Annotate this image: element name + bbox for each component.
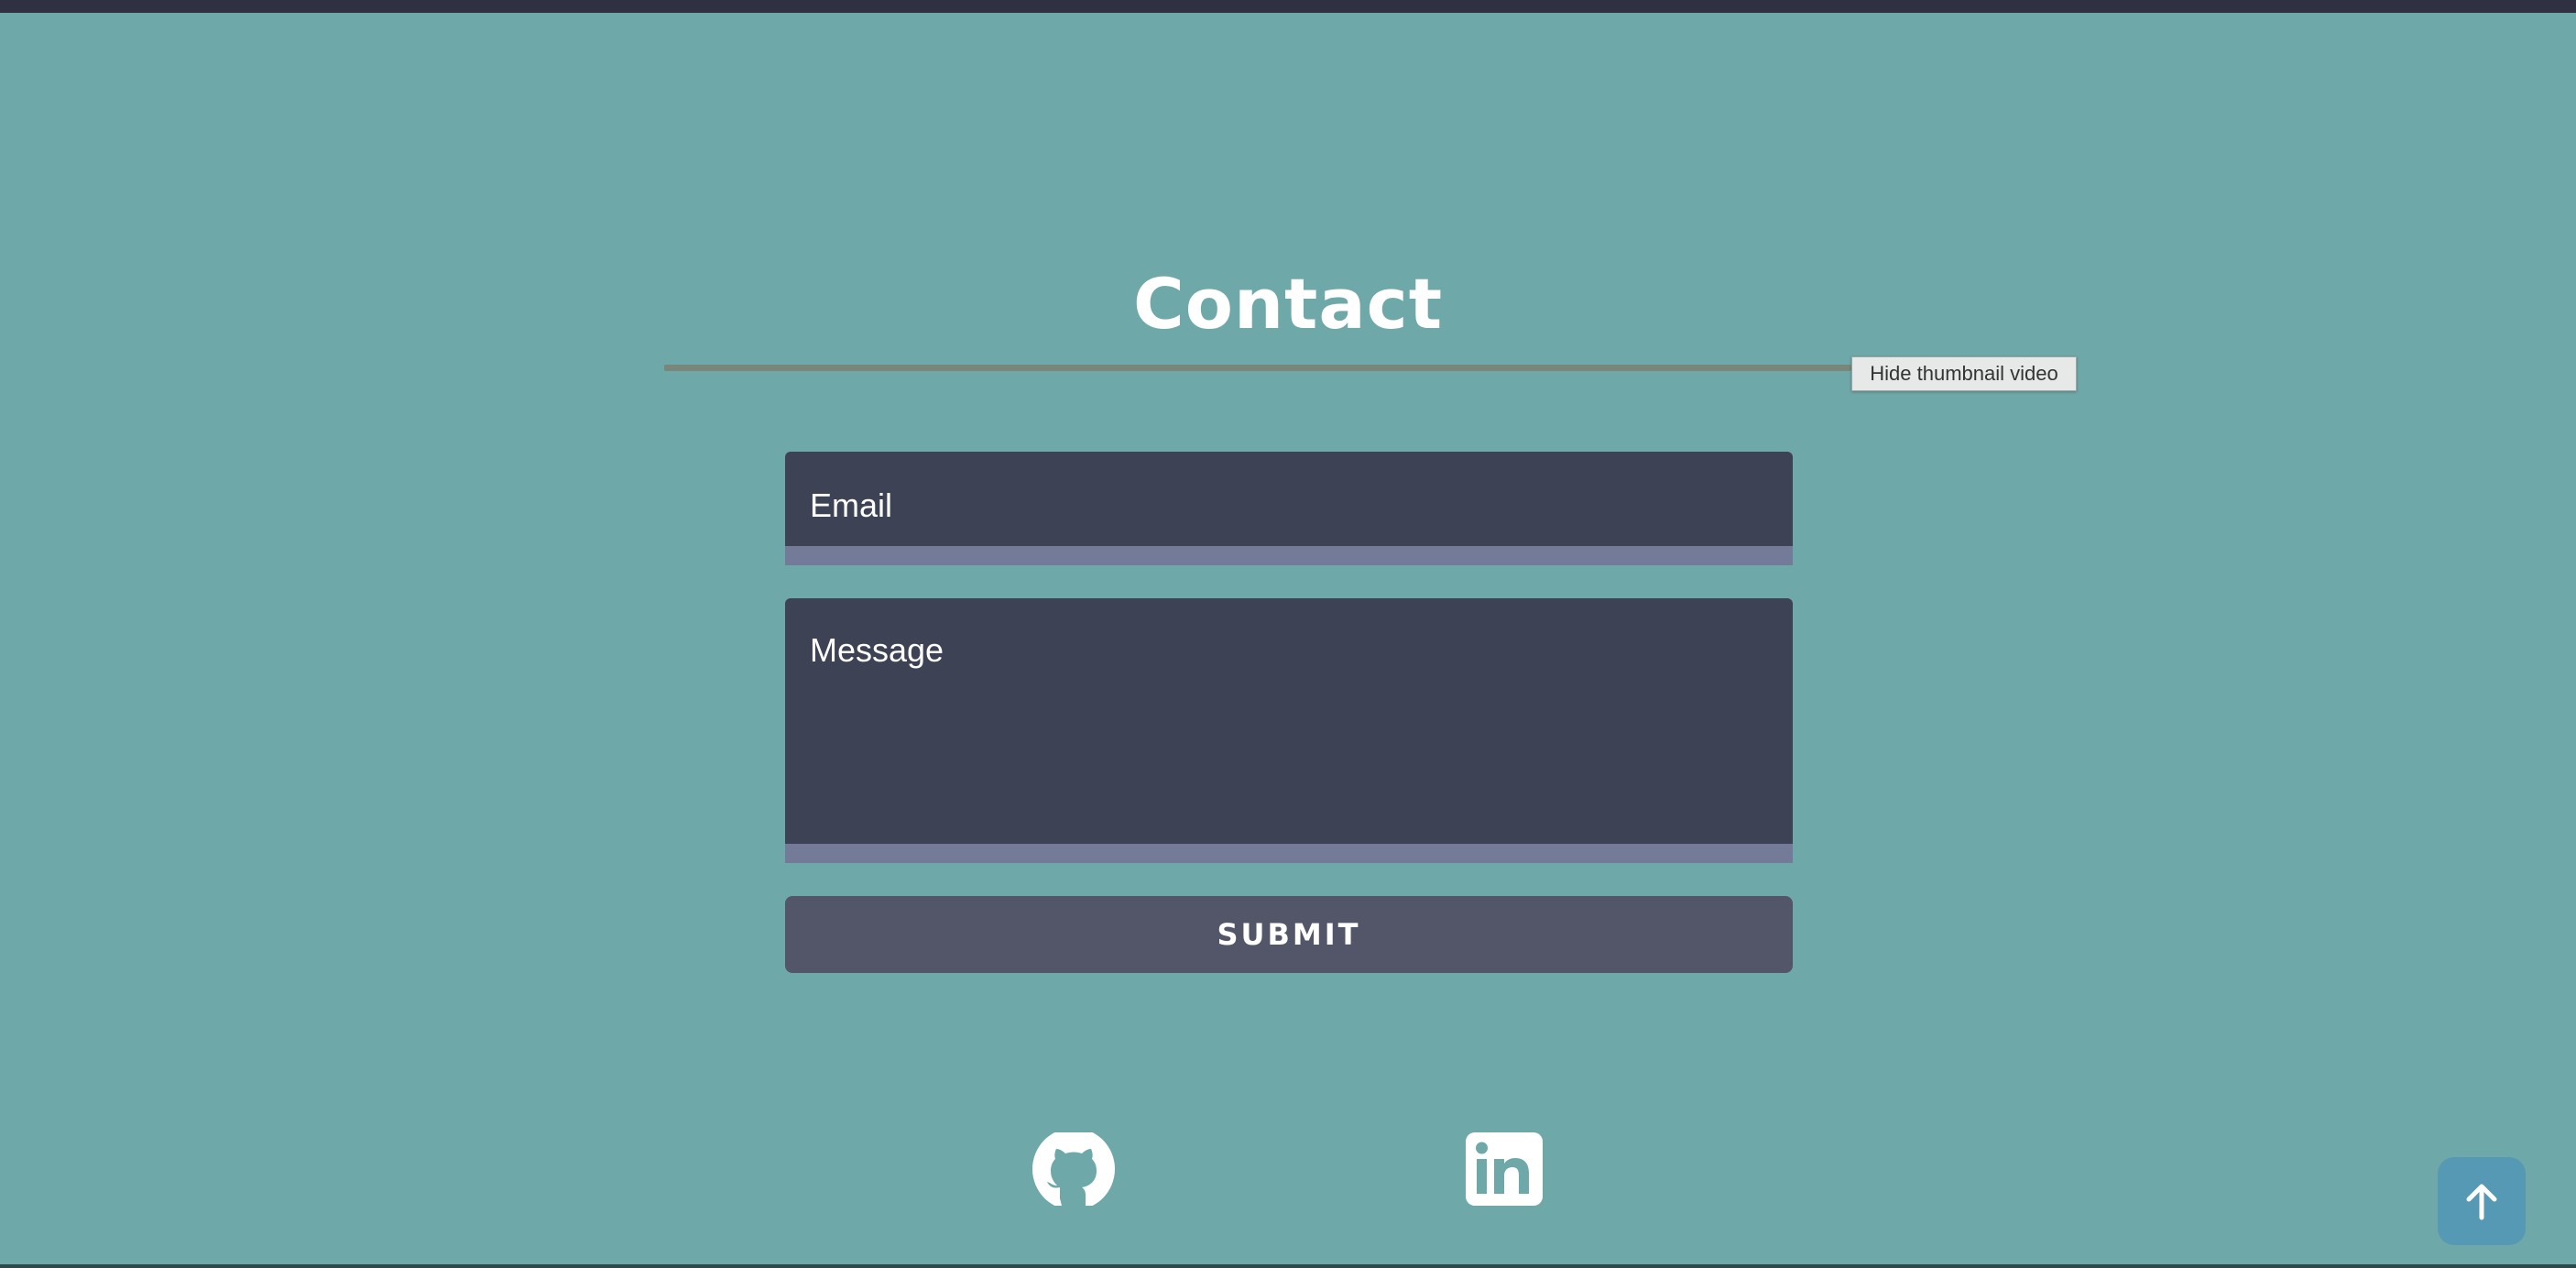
page-title: Contact bbox=[1132, 263, 1444, 344]
github-link[interactable] bbox=[1032, 1128, 1115, 1210]
github-icon bbox=[1032, 1128, 1115, 1210]
linkedin-icon bbox=[1466, 1132, 1543, 1206]
message-placeholder: Message bbox=[810, 631, 944, 669]
email-placeholder: Email bbox=[810, 486, 893, 524]
arrow-up-icon bbox=[2466, 1184, 2497, 1220]
email-field[interactable]: Email bbox=[785, 452, 1793, 565]
scroll-to-top-button[interactable] bbox=[2438, 1157, 2526, 1245]
title-divider bbox=[664, 365, 1851, 371]
top-bar bbox=[0, 0, 2576, 13]
message-field[interactable]: Message bbox=[785, 598, 1793, 863]
tooltip: Hide thumbnail video bbox=[1851, 356, 2077, 391]
bottom-edge bbox=[0, 1264, 2576, 1268]
submit-button[interactable]: SUBMIT bbox=[785, 896, 1793, 973]
linkedin-link[interactable] bbox=[1463, 1132, 1545, 1206]
